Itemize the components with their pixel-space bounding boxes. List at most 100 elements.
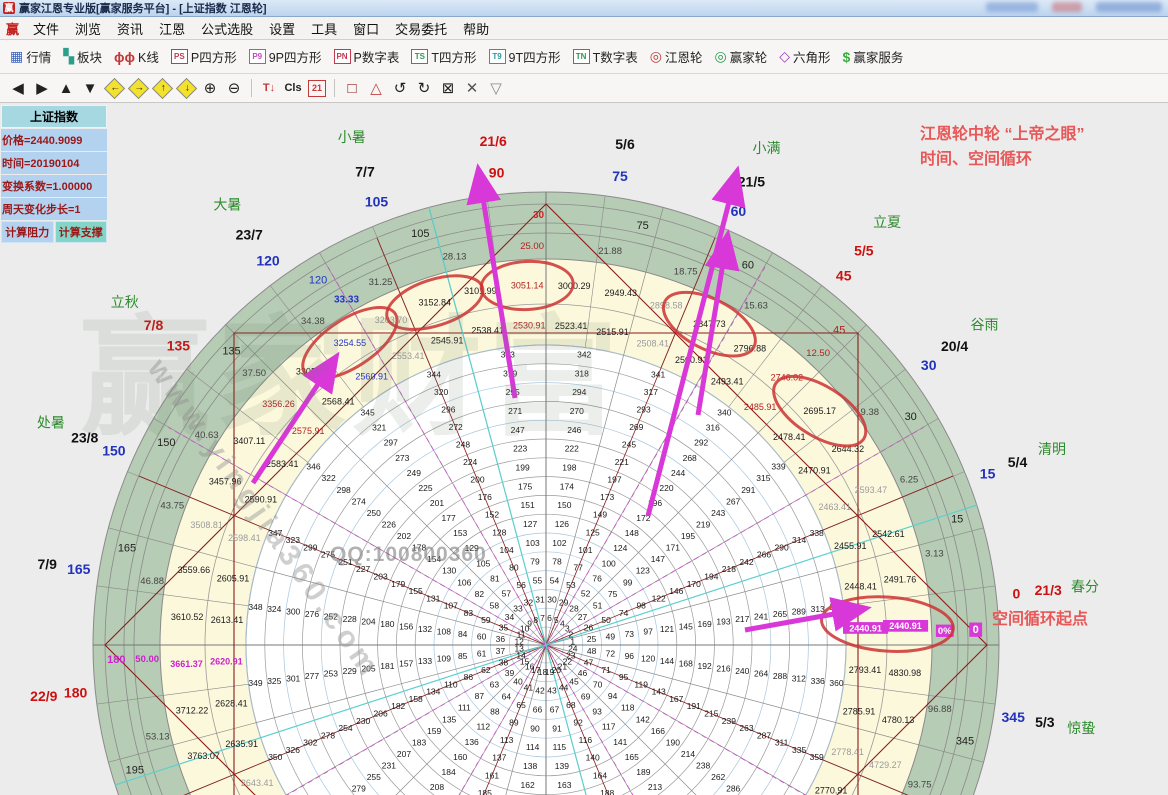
menu-item-帮助[interactable]: 帮助 xyxy=(455,19,497,38)
tool-cls-icon[interactable]: Cls xyxy=(281,76,305,100)
svg-text:160: 160 xyxy=(453,752,467,762)
toolbar-button-9t-square[interactable]: T99T四方形 xyxy=(483,44,567,70)
toolbar-button-service[interactable]: $赢家服务 xyxy=(837,44,910,70)
tool-rotate-ccw-icon[interactable]: ↺ xyxy=(388,76,412,100)
p-square-icon: PS xyxy=(171,49,188,64)
menu-item-江恩[interactable]: 江恩 xyxy=(151,19,193,38)
tool-prev-icon[interactable]: ◀ xyxy=(6,76,30,100)
toolbar-button-quotes[interactable]: ▦行情 xyxy=(4,44,57,70)
menu-item-公式选股[interactable]: 公式选股 xyxy=(193,19,261,38)
kline-label: K线 xyxy=(138,47,159,66)
menu-item-文件[interactable]: 文件 xyxy=(25,19,67,38)
tool-zoom-out-icon[interactable]: ⊖ xyxy=(222,76,246,100)
svg-text:148: 148 xyxy=(625,528,639,538)
svg-text:小暑: 小暑 xyxy=(338,129,366,145)
svg-text:336: 336 xyxy=(811,676,825,686)
svg-text:7/9: 7/9 xyxy=(37,556,57,572)
tool-step-down-button[interactable]: ↓ xyxy=(174,76,198,100)
main-toolbar: ▦行情▚板块ϕϕK线PSP四方形P99P四方形PNP数字表TST四方形T99T四… xyxy=(0,40,1168,74)
tool-zoom-in-icon[interactable]: ⊕ xyxy=(198,76,222,100)
svg-text:169: 169 xyxy=(698,619,712,629)
svg-text:2785.91: 2785.91 xyxy=(843,707,876,717)
svg-text:2628.41: 2628.41 xyxy=(215,698,248,708)
titlebar-blurred-region xyxy=(986,2,1162,12)
menubar: 赢 文件浏览资讯江恩公式选股设置工具窗口交易委托帮助 xyxy=(0,17,1168,40)
toolbar-button-9p-square[interactable]: P99P四方形 xyxy=(243,44,328,70)
svg-text:15: 15 xyxy=(951,513,963,525)
svg-text:112: 112 xyxy=(477,722,491,732)
svg-text:345: 345 xyxy=(956,736,974,748)
toolbar-button-t-square[interactable]: TST四方形 xyxy=(405,44,482,70)
menu-item-设置[interactable]: 设置 xyxy=(261,19,303,38)
tool-draw-rect-icon[interactable]: □ xyxy=(340,76,364,100)
tool-calendar-button[interactable]: 21 xyxy=(305,76,329,100)
svg-text:218: 218 xyxy=(722,564,736,574)
tool-axis-toggle-icon[interactable]: T↓ xyxy=(257,76,281,100)
menu-item-工具[interactable]: 工具 xyxy=(303,19,345,38)
t-square-icon: TS xyxy=(411,49,428,64)
menu-item-窗口[interactable]: 窗口 xyxy=(345,19,387,38)
svg-text:30: 30 xyxy=(547,594,557,604)
svg-text:240: 240 xyxy=(735,666,749,676)
svg-text:200: 200 xyxy=(470,475,484,485)
svg-text:98: 98 xyxy=(636,601,646,611)
svg-text:43: 43 xyxy=(547,686,557,696)
toolbar-button-sectors[interactable]: ▚板块 xyxy=(57,44,108,70)
tool-page-up-icon[interactable]: ▲ xyxy=(54,76,78,100)
tool-box-select-icon[interactable]: ⊠ xyxy=(436,76,460,100)
svg-text:185: 185 xyxy=(478,788,492,795)
tool-step-left-button[interactable]: ← xyxy=(102,76,126,100)
toolbar-button-winner-wheel[interactable]: ◎赢家轮 xyxy=(708,44,773,70)
tool-funnel-icon[interactable]: ▽ xyxy=(484,76,508,100)
svg-text:114: 114 xyxy=(526,742,540,752)
svg-text:144: 144 xyxy=(660,656,674,666)
svg-text:199: 199 xyxy=(516,463,530,473)
9t-square-icon: T9 xyxy=(489,49,506,64)
svg-text:77: 77 xyxy=(573,562,583,572)
svg-text:316: 316 xyxy=(706,423,720,433)
calc-resistance-button[interactable]: 计算阻力 xyxy=(1,221,54,243)
app-logo-icon: 赢 xyxy=(3,2,15,14)
svg-text:269: 269 xyxy=(629,422,643,432)
svg-text:141: 141 xyxy=(613,737,627,747)
svg-text:287: 287 xyxy=(757,730,771,740)
svg-text:2778.41: 2778.41 xyxy=(831,747,864,757)
tool-step-up-button[interactable]: ↑ xyxy=(150,76,174,100)
calc-support-button[interactable]: 计算支撑 xyxy=(55,221,108,243)
svg-text:201: 201 xyxy=(430,498,444,508)
svg-text:136: 136 xyxy=(465,737,479,747)
toolbar-button-t-table[interactable]: TNT数字表 xyxy=(567,44,644,70)
svg-text:72: 72 xyxy=(606,649,616,659)
coef-row: 变换系数=1.00000 xyxy=(1,175,107,197)
svg-text:26: 26 xyxy=(584,622,594,632)
toolbar-button-p-square[interactable]: PSP四方形 xyxy=(165,44,243,70)
toolbar-button-p-table[interactable]: PNP数字表 xyxy=(328,44,406,70)
svg-text:165: 165 xyxy=(67,561,91,577)
tool-next-icon[interactable]: ▶ xyxy=(30,76,54,100)
tool-page-down-icon[interactable]: ▼ xyxy=(78,76,102,100)
svg-text:95: 95 xyxy=(619,672,629,682)
svg-text:75: 75 xyxy=(608,589,618,599)
tool-draw-triangle-icon[interactable]: △ xyxy=(364,76,388,100)
svg-text:105: 105 xyxy=(365,193,389,209)
menu-item-资讯[interactable]: 资讯 xyxy=(109,19,151,38)
tool-shrink-icon[interactable]: ✕ xyxy=(460,76,484,100)
svg-text:3610.52: 3610.52 xyxy=(171,612,204,622)
svg-text:195: 195 xyxy=(126,765,144,777)
svg-text:161: 161 xyxy=(485,770,499,780)
toolbar-button-hexagon[interactable]: ◇六角形 xyxy=(773,44,836,70)
toolbar-button-kline[interactable]: ϕϕK线 xyxy=(108,44,165,70)
menu-item-交易委托[interactable]: 交易委托 xyxy=(387,19,455,38)
tool-step-right-button[interactable]: → xyxy=(126,76,150,100)
menu-item-浏览[interactable]: 浏览 xyxy=(67,19,109,38)
svg-text:53: 53 xyxy=(566,580,576,590)
service-icon: $ xyxy=(843,49,851,65)
svg-text:2485.91: 2485.91 xyxy=(744,402,777,412)
info-panel: 上证指数 价格=2440.9099 时间=20190104 变换系数=1.000… xyxy=(1,105,107,243)
svg-text:2455.91: 2455.91 xyxy=(834,541,867,551)
svg-text:124: 124 xyxy=(613,543,627,553)
toolbar-button-gann-wheel[interactable]: ◎江恩轮 xyxy=(644,44,709,70)
tool-rotate-cw-icon[interactable]: ↻ xyxy=(412,76,436,100)
svg-text:15.63: 15.63 xyxy=(744,301,768,312)
svg-text:250: 250 xyxy=(367,508,381,518)
